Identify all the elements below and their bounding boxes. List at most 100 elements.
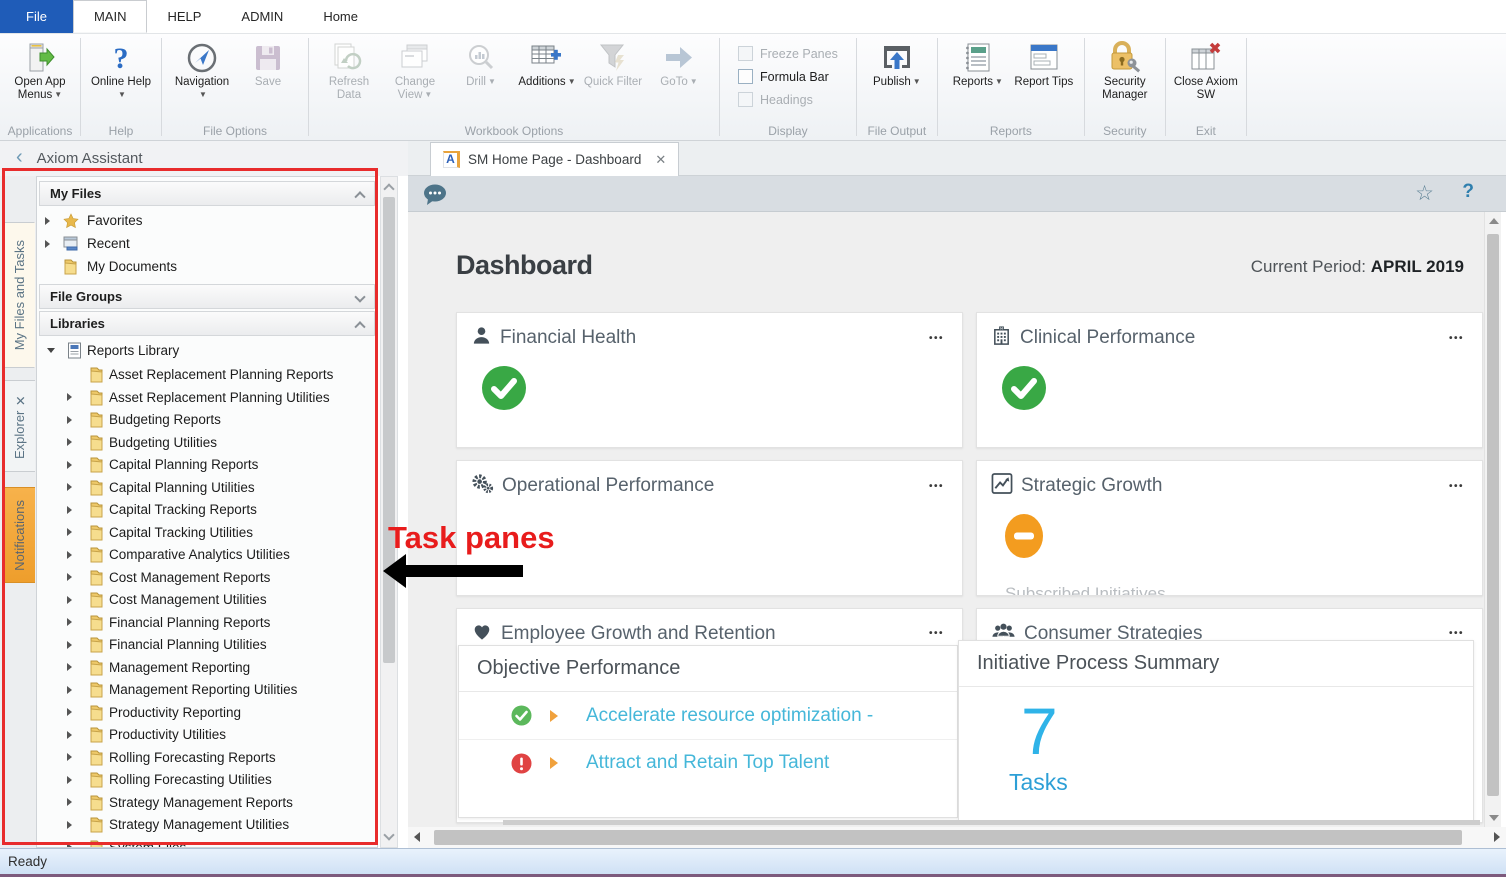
scroll-up-chevron-icon[interactable] xyxy=(383,183,394,194)
expand-triangle-icon[interactable] xyxy=(67,753,72,761)
scroll-left-arrow-icon[interactable] xyxy=(414,832,420,842)
ribbon-button-close-axiom-sw[interactable]: Close Axiom SW xyxy=(1174,38,1238,102)
ribbon-button-security-manager[interactable]: Security Manager xyxy=(1093,38,1157,102)
expand-triangle-icon[interactable] xyxy=(67,573,72,581)
card-menu-icon[interactable]: ••• xyxy=(925,479,948,494)
expand-triangle-icon[interactable] xyxy=(67,708,72,716)
objective-link[interactable]: Accelerate resource optimization - xyxy=(586,705,873,727)
horizontal-scrollbar[interactable] xyxy=(408,827,1506,848)
tree-item-rolling-forecasting-utilities[interactable]: Rolling Forecasting Utilities xyxy=(39,768,375,791)
expand-triangle-icon[interactable] xyxy=(67,551,72,559)
tree-item-capital-planning-reports[interactable]: Capital Planning Reports xyxy=(39,453,375,476)
ribbon-button-quick-filter[interactable]: Quick Filter xyxy=(581,38,645,89)
checkbox-box[interactable] xyxy=(738,46,753,61)
card-menu-icon[interactable]: ••• xyxy=(1445,626,1468,641)
tree-item-favorites[interactable]: Favorites xyxy=(39,209,375,232)
objective-row-accelerate-resource-optimization[interactable]: Accelerate resource optimization - xyxy=(459,692,957,739)
ribbon-button-online-help[interactable]: ?Online Help▼ xyxy=(89,38,153,102)
card-menu-icon[interactable]: ••• xyxy=(1445,331,1468,346)
scroll-right-arrow-icon[interactable] xyxy=(1494,832,1500,842)
card-menu-icon[interactable]: ••• xyxy=(1445,479,1468,494)
tree-item-rolling-forecasting-reports[interactable]: Rolling Forecasting Reports xyxy=(39,746,375,769)
tree-item-management-reporting[interactable]: Management Reporting xyxy=(39,656,375,679)
scroll-up-arrow-icon[interactable] xyxy=(1489,218,1499,224)
ribbon-tab-home[interactable]: Home xyxy=(303,0,378,33)
vertical-scrollbar[interactable] xyxy=(1484,212,1501,827)
tree-item-budgeting-reports[interactable]: Budgeting Reports xyxy=(39,408,375,431)
ribbon-button-open-app-menus[interactable]: Open App Menus▼ xyxy=(8,38,72,102)
help-icon[interactable]: ? xyxy=(1462,181,1474,203)
tree-item-capital-tracking-utilities[interactable]: Capital Tracking Utilities xyxy=(39,521,375,544)
tree-item-budgeting-utilities[interactable]: Budgeting Utilities xyxy=(39,431,375,454)
ribbon-button-report-tips[interactable]: Report Tips xyxy=(1012,38,1076,89)
expand-triangle-icon[interactable] xyxy=(67,821,72,829)
ribbon-tab-file[interactable]: File xyxy=(0,0,73,33)
expand-triangle-icon[interactable] xyxy=(67,506,72,514)
section-header-my-files[interactable]: My Files xyxy=(39,181,375,206)
expand-arrow-icon[interactable] xyxy=(550,757,558,769)
checkbox-headings[interactable]: Headings xyxy=(738,92,838,107)
objective-row-attract-and-retain-top-talent[interactable]: Attract and Retain Top Talent xyxy=(459,739,957,786)
collapse-triangle-icon[interactable] xyxy=(47,348,55,353)
inner-horizontal-scrollbar[interactable] xyxy=(503,820,1480,825)
ribbon-button-additions[interactable]: Additions▼ xyxy=(515,38,579,89)
side-tab-my-files-and-tasks[interactable]: My Files and Tasks xyxy=(3,222,35,368)
ribbon-button-goto[interactable]: GoTo▼ xyxy=(647,38,711,89)
tree-item-capital-tracking-reports[interactable]: Capital Tracking Reports xyxy=(39,498,375,521)
tree-item-productivity-utilities[interactable]: Productivity Utilities xyxy=(39,723,375,746)
expand-triangle-icon[interactable] xyxy=(67,596,72,604)
expand-triangle-icon[interactable] xyxy=(67,528,72,536)
card-menu-icon[interactable]: ••• xyxy=(925,331,948,346)
expand-triangle-icon[interactable] xyxy=(67,618,72,626)
comments-icon[interactable] xyxy=(422,183,448,212)
scrollbar-thumb[interactable] xyxy=(434,830,1462,845)
ribbon-button-drill[interactable]: Drill▼ xyxy=(449,38,513,89)
document-tab-close-icon[interactable]: ✕ xyxy=(655,152,666,168)
collapse-pane-chevron-icon[interactable]: ‹ xyxy=(16,146,23,169)
expand-triangle-icon[interactable] xyxy=(67,663,72,671)
tree-item-financial-planning-utilities[interactable]: Financial Planning Utilities xyxy=(39,633,375,656)
scroll-down-arrow-icon[interactable] xyxy=(1489,815,1499,821)
favorite-star-icon[interactable]: ☆ xyxy=(1415,181,1434,206)
document-tab[interactable]: A SM Home Page - Dashboard ✕ xyxy=(430,142,679,176)
expand-triangle-icon[interactable] xyxy=(45,240,50,248)
ribbon-button-change-view[interactable]: Change View▼ xyxy=(383,38,447,102)
tree-item-asset-replacement-planning-utilities[interactable]: Asset Replacement Planning Utilities xyxy=(39,386,375,409)
card-menu-icon[interactable]: ••• xyxy=(925,626,948,641)
scrollbar-thumb[interactable] xyxy=(383,197,395,663)
tree-item-recent[interactable]: Recent xyxy=(39,232,375,255)
task-pane-scrollbar[interactable] xyxy=(380,176,398,848)
expand-triangle-icon[interactable] xyxy=(67,461,72,469)
checkbox-formula-bar[interactable]: Formula Bar xyxy=(738,69,838,84)
tree-item-capital-planning-utilities[interactable]: Capital Planning Utilities xyxy=(39,476,375,499)
ribbon-button-save[interactable]: Save xyxy=(236,38,300,89)
checkbox-box[interactable] xyxy=(738,69,753,84)
expand-triangle-icon[interactable] xyxy=(67,393,72,401)
ribbon-tab-main[interactable]: MAIN xyxy=(73,0,148,33)
tree-item-comparative-analytics-utilities[interactable]: Comparative Analytics Utilities xyxy=(39,543,375,566)
tree-item-management-reporting-utilities[interactable]: Management Reporting Utilities xyxy=(39,678,375,701)
expand-triangle-icon[interactable] xyxy=(67,438,72,446)
tree-item-asset-replacement-planning-reports[interactable]: Asset Replacement Planning Reports xyxy=(39,363,375,386)
ribbon-button-navigation[interactable]: Navigation▼ xyxy=(170,38,234,102)
tree-item-cost-management-reports[interactable]: Cost Management Reports xyxy=(39,566,375,589)
tree-item-my-documents[interactable]: My Documents xyxy=(39,255,375,278)
tree-item-reports-library[interactable]: Reports Library xyxy=(39,339,375,362)
tree-item-system-files[interactable]: System Files xyxy=(39,836,375,849)
tree-item-cost-management-utilities[interactable]: Cost Management Utilities xyxy=(39,588,375,611)
section-header-file-groups[interactable]: File Groups xyxy=(39,284,375,309)
scrollbar-thumb[interactable] xyxy=(1487,234,1499,796)
tree-item-productivity-reporting[interactable]: Productivity Reporting xyxy=(39,701,375,724)
ribbon-tab-admin[interactable]: ADMIN xyxy=(221,0,303,33)
task-count[interactable]: 7 xyxy=(1021,693,1058,769)
expand-triangle-icon[interactable] xyxy=(67,641,72,649)
expand-triangle-icon[interactable] xyxy=(45,217,50,225)
section-header-libraries[interactable]: Libraries xyxy=(39,311,375,336)
expand-triangle-icon[interactable] xyxy=(67,686,72,694)
side-tab-notifications[interactable]: Notifications xyxy=(3,487,35,583)
expand-arrow-icon[interactable] xyxy=(550,710,558,722)
checkbox-box[interactable] xyxy=(738,92,753,107)
tree-item-financial-planning-reports[interactable]: Financial Planning Reports xyxy=(39,611,375,634)
expand-triangle-icon[interactable] xyxy=(67,416,72,424)
scroll-down-chevron-icon[interactable] xyxy=(383,829,394,840)
